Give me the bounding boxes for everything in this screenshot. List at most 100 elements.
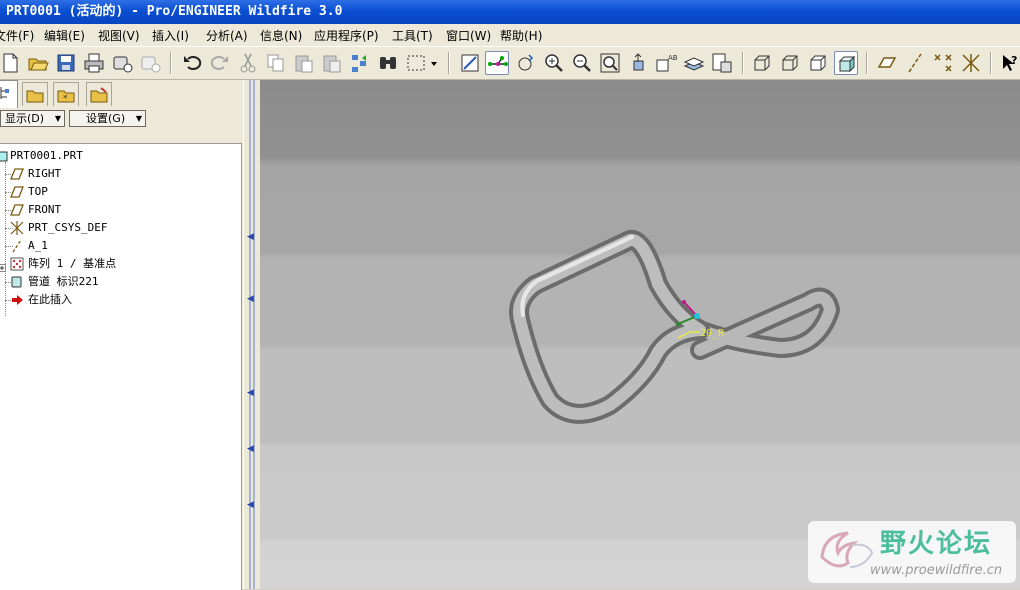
csys-icon[interactable] [959, 51, 983, 75]
part-icon [0, 149, 10, 163]
graphics-viewport[interactable]: 20_R [260, 80, 1020, 589]
layers-icon[interactable] [682, 51, 706, 75]
folder-browser-tab[interactable] [22, 82, 48, 106]
tree-root-label: PRT0001.PRT [10, 149, 83, 162]
navigator-tabs: * [0, 80, 243, 108]
menu-file[interactable]: 文件(F) [0, 27, 34, 44]
menu-edit[interactable]: 编辑(E) [44, 27, 85, 44]
menu-bar: 文件(F) 编辑(E) 视图(V) 插入(I) 分析(A) 信息(N) 应用程序… [0, 24, 1020, 47]
menu-view[interactable]: 视图(V) [98, 27, 140, 44]
csys-icon [10, 221, 24, 235]
view-manager-icon[interactable] [710, 51, 734, 75]
context-help-icon[interactable]: ? [998, 51, 1020, 75]
print-icon[interactable] [82, 51, 106, 75]
collapse-left-icon[interactable]: ◀ [247, 294, 254, 304]
datum-plane-icon [10, 167, 24, 181]
title-bar: PRT0001 (活动的) - Pro/ENGINEER Wildfire 3.… [0, 0, 1020, 24]
menu-insert[interactable]: 插入(I) [152, 27, 189, 44]
toolbar-separator [990, 52, 992, 74]
zoom-out-icon[interactable] [570, 51, 594, 75]
pipe-icon [10, 275, 24, 289]
paste-icon[interactable] [292, 51, 316, 75]
tree-item-label: 在此插入 [28, 293, 72, 306]
connections-tab[interactable] [86, 82, 112, 106]
navigator-panel: * 显示(D) ▼ 设置(G) ▼ PRT0001.PRT RIGHT TOP [0, 80, 243, 590]
toolbar-separator [448, 52, 450, 74]
collapse-left-icon[interactable]: ◀ [247, 232, 254, 242]
datum-planes-icon[interactable] [875, 51, 899, 75]
menu-tools[interactable]: 工具(T) [392, 27, 433, 44]
orient-icon[interactable] [514, 51, 538, 75]
saved-views-icon[interactable]: AB [654, 51, 678, 75]
menu-help[interactable]: 帮助(H) [500, 27, 542, 44]
datum-plane-icon [10, 185, 24, 199]
sash-line [249, 80, 251, 589]
collapse-left-icon[interactable]: ◀ [247, 388, 254, 398]
pipe-back-segment-highlight [694, 291, 836, 356]
insert-here-icon [10, 293, 24, 307]
toolbar-separator [170, 52, 172, 74]
copy-icon[interactable] [264, 51, 288, 75]
tree-item-label: 管道 标识221 [28, 275, 99, 288]
panel-splitter[interactable]: ◀ ◀ ◀ ◀ ◀ [243, 80, 261, 589]
regenerate-icon[interactable] [348, 51, 372, 75]
forum-watermark: 野火论坛 www.proewildfire.cn [808, 521, 1016, 583]
cut-icon[interactable] [236, 51, 260, 75]
open-icon[interactable] [26, 51, 50, 75]
select-box-icon[interactable] [404, 51, 428, 75]
paste-special-icon[interactable] [320, 51, 344, 75]
chevron-down-icon: ▼ [135, 114, 142, 123]
send-icon[interactable] [110, 51, 134, 75]
datum-axis-icon [10, 239, 24, 253]
svg-text:AB: AB [668, 54, 678, 62]
datum-points-icon[interactable] [931, 51, 955, 75]
show-dropdown[interactable]: 显示(D) ▼ [0, 110, 65, 127]
collapse-left-icon[interactable]: ◀ [247, 444, 254, 454]
svg-text:*: * [63, 94, 68, 104]
shading-icon[interactable] [834, 51, 858, 75]
reorient-icon[interactable] [626, 51, 650, 75]
wireframe-icon[interactable] [750, 51, 774, 75]
refit-icon[interactable] [598, 51, 622, 75]
find-icon[interactable] [376, 51, 400, 75]
tree-item-label: FRONT [28, 203, 62, 216]
svg-text:?: ? [1011, 54, 1017, 67]
tree-item-label: A_1 [28, 239, 48, 252]
model-icon[interactable] [138, 51, 162, 75]
chevron-down-icon: ▼ [54, 114, 61, 123]
menu-window[interactable]: 窗口(W) [446, 27, 491, 44]
tree-connector [5, 162, 6, 316]
show-dropdown-label: 显示(D) [5, 112, 45, 125]
spin-center-icon[interactable] [485, 51, 509, 75]
no-hidden-icon[interactable] [806, 51, 830, 75]
menu-applications[interactable]: 应用程序(P) [314, 27, 379, 44]
datum-axes-icon[interactable] [903, 51, 927, 75]
dropdown-arrow-icon[interactable] [428, 51, 440, 75]
toolbar-separator [742, 52, 744, 74]
tree-item-label: RIGHT [28, 167, 62, 180]
model-tree: PRT0001.PRT RIGHT TOP FRONT PRT_CSYS_DEF… [0, 143, 242, 590]
new-icon[interactable] [0, 51, 22, 75]
toolbar-separator [866, 52, 868, 74]
tree-item-label: TOP [28, 185, 48, 198]
redo-icon[interactable] [208, 51, 232, 75]
watermark-name: 野火论坛 [880, 529, 993, 559]
repaint-icon[interactable] [458, 51, 482, 75]
pipe-model[interactable] [509, 230, 840, 424]
menu-info[interactable]: 信息(N) [260, 27, 302, 44]
zoom-in-icon[interactable] [542, 51, 566, 75]
undo-icon[interactable] [180, 51, 204, 75]
menu-analysis[interactable]: 分析(A) [206, 27, 248, 44]
tree-item-label: PRT_CSYS_DEF [28, 221, 108, 234]
pattern-icon [10, 257, 24, 271]
sash-line [253, 80, 255, 589]
tree-item-label: 阵列 1 / 基准点 [28, 257, 117, 270]
collapse-left-icon[interactable]: ◀ [247, 500, 254, 510]
settings-dropdown[interactable]: 设置(G) ▼ [69, 110, 146, 127]
watermark-url: www.proewildfire.cn [870, 563, 1003, 578]
hidden-line-icon[interactable] [778, 51, 802, 75]
save-icon[interactable] [54, 51, 78, 75]
model-tree-tab[interactable] [0, 80, 18, 108]
favorites-tab[interactable]: * [53, 82, 79, 106]
expand-icon[interactable] [0, 260, 6, 272]
